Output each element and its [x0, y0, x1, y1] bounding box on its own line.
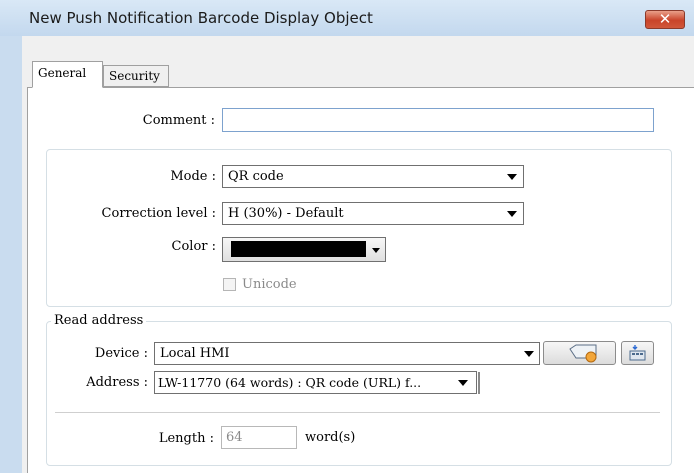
mode-label: Mode :: [170, 169, 216, 184]
chevron-down-icon: [507, 174, 517, 180]
color-picker[interactable]: [222, 237, 386, 262]
title-bar[interactable]: New Push Notification Barcode Display Ob…: [0, 0, 694, 36]
device-select[interactable]: Local HMI: [154, 342, 540, 365]
address-offset-field-edge: [478, 372, 480, 394]
tag-icon: [569, 344, 597, 363]
color-label: Color :: [171, 239, 216, 254]
device-label: Device :: [94, 346, 148, 361]
correction-level-label: Correction level :: [101, 206, 216, 221]
read-address-legend: Read address: [51, 313, 147, 328]
length-unit: word(s): [305, 430, 356, 445]
address-book-button[interactable]: [621, 341, 654, 365]
length-input[interactable]: 64: [221, 426, 297, 449]
comment-input[interactable]: [222, 108, 654, 132]
comment-label: Comment :: [142, 113, 215, 128]
chevron-down-icon: [458, 380, 468, 386]
mode-select[interactable]: QR code: [222, 165, 524, 188]
separator: [55, 412, 660, 413]
keyboard-icon: [629, 345, 646, 361]
mode-value: QR code: [228, 169, 284, 184]
chevron-down-icon: [372, 248, 380, 253]
address-value: LW-11770 (64 words) : QR code (URL) f...: [158, 375, 422, 390]
chevron-down-icon: [524, 351, 534, 357]
close-button[interactable]: ✕: [645, 10, 685, 29]
length-label: Length :: [158, 431, 214, 446]
length-value: 64: [226, 430, 243, 445]
chevron-down-icon: [507, 211, 517, 217]
correction-level-select[interactable]: H (30%) - Default: [222, 202, 524, 225]
device-value: Local HMI: [160, 346, 230, 361]
unicode-checkbox[interactable]: [223, 278, 236, 291]
dialog-window: New Push Notification Barcode Display Ob…: [0, 0, 694, 473]
tab-security[interactable]: Security: [103, 65, 169, 87]
color-swatch: [231, 241, 366, 257]
close-icon: ✕: [658, 10, 672, 28]
correction-level-value: H (30%) - Default: [228, 206, 344, 221]
unicode-label: Unicode: [242, 277, 297, 292]
window-title: New Push Notification Barcode Display Ob…: [29, 9, 373, 27]
tab-general[interactable]: General: [32, 61, 103, 88]
device-settings-button[interactable]: [543, 341, 616, 365]
address-select[interactable]: LW-11770 (64 words) : QR code (URL) f...: [154, 371, 477, 394]
address-label: Address :: [86, 375, 148, 390]
